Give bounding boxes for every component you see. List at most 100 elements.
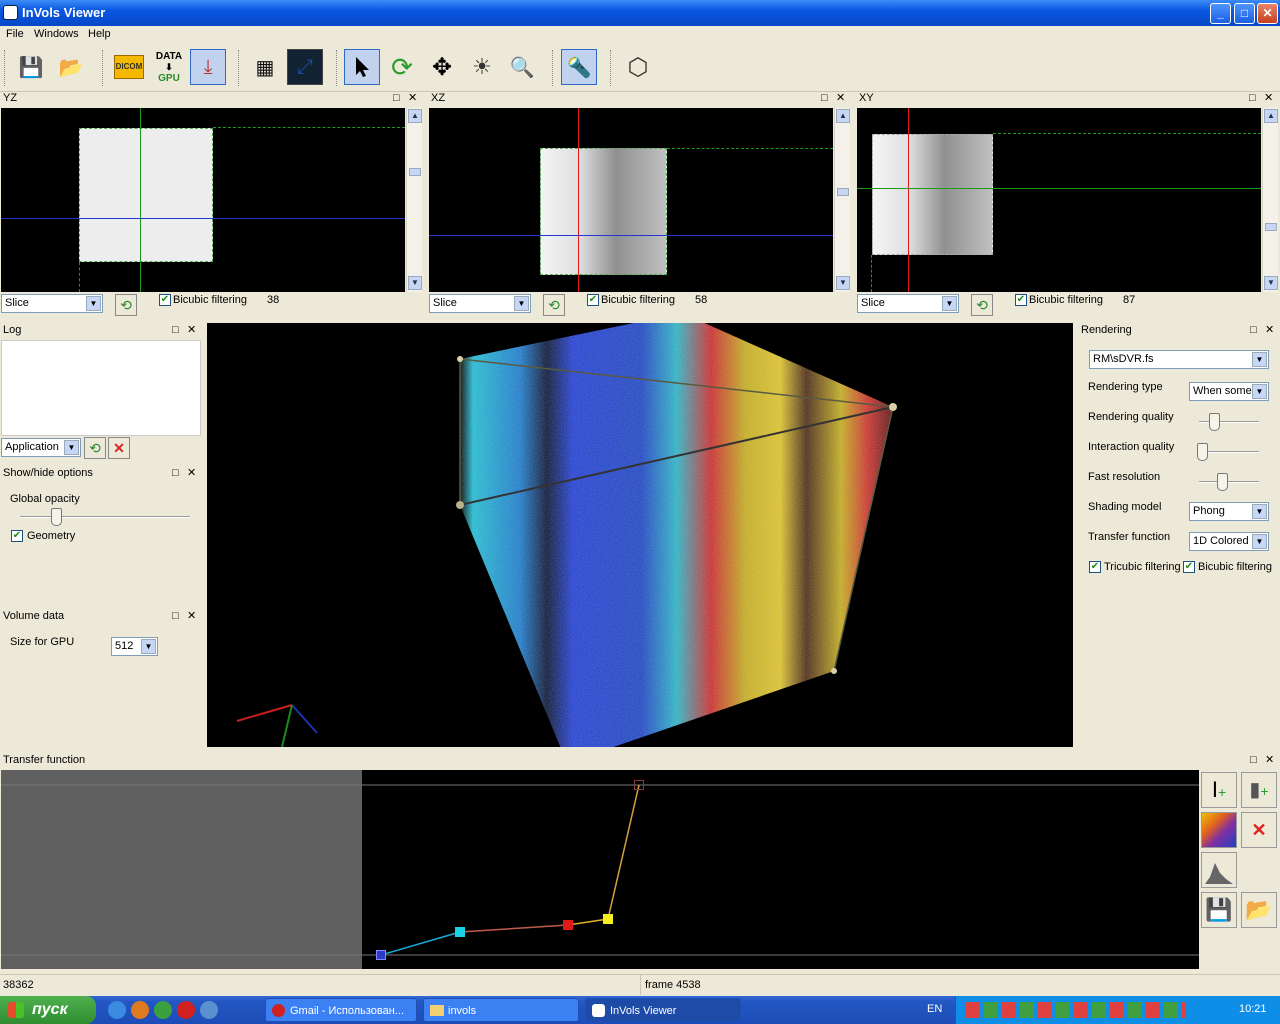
- sync-icon[interactable]: ⟲: [115, 294, 137, 316]
- menu-help[interactable]: Help: [88, 28, 111, 40]
- pan-icon[interactable]: ✥: [424, 49, 460, 85]
- slice-view-xy[interactable]: [857, 108, 1261, 292]
- bicubic-checkbox[interactable]: ✔: [587, 294, 599, 306]
- open-folder-icon[interactable]: 📂: [53, 49, 89, 85]
- float-icon[interactable]: □: [1249, 92, 1256, 105]
- rotate-icon[interactable]: ⟳: [384, 49, 420, 85]
- window-title: InVols Viewer: [22, 5, 106, 20]
- save-tf-icon[interactable]: 💾: [1201, 892, 1237, 928]
- dicom-icon[interactable]: DICOM: [111, 49, 147, 85]
- close-button[interactable]: ✕: [1257, 3, 1278, 24]
- slice-view-xz[interactable]: [429, 108, 833, 292]
- close-icon[interactable]: ✕: [187, 324, 196, 337]
- bicubic-checkbox[interactable]: ✔: [1183, 561, 1195, 573]
- add-point-icon[interactable]: I+: [1201, 772, 1237, 808]
- float-icon[interactable]: □: [172, 610, 179, 623]
- rendering-quality-label: Rendering quality: [1088, 411, 1174, 423]
- bicubic-label: Bicubic filtering: [1198, 561, 1272, 573]
- data-gpu-icon[interactable]: DATA ⬇ GPU: [151, 49, 187, 85]
- close-icon[interactable]: ✕: [836, 92, 845, 105]
- tricubic-checkbox[interactable]: ✔: [1089, 561, 1101, 573]
- volume-render-view[interactable]: [207, 323, 1073, 747]
- control-point-top[interactable]: [634, 780, 644, 790]
- add-segment-icon[interactable]: ▮+: [1241, 772, 1277, 808]
- slice-mode-select[interactable]: Slice ▼: [1, 294, 103, 313]
- opera-icon[interactable]: [177, 1001, 195, 1019]
- control-point-blue[interactable]: [376, 950, 386, 960]
- refresh-icon[interactable]: ⟲: [84, 437, 106, 459]
- rendering-type-select[interactable]: When some ▼: [1189, 382, 1269, 401]
- close-icon[interactable]: ✕: [1265, 754, 1274, 767]
- pane-title: Volume data: [3, 610, 65, 622]
- ie-icon[interactable]: [108, 1001, 126, 1019]
- transfer-function-select[interactable]: 1D Colored ▼: [1189, 532, 1269, 551]
- vertical-scrollbar[interactable]: ▲ ▼: [1262, 108, 1278, 292]
- delete-point-icon[interactable]: ✕: [1241, 812, 1277, 848]
- geometry-icon[interactable]: ⬡: [620, 49, 656, 85]
- global-opacity-slider[interactable]: [51, 508, 62, 526]
- log-output[interactable]: [1, 340, 201, 436]
- task-gmail[interactable]: Gmail - Использован...: [265, 998, 417, 1022]
- slice-view-yz[interactable]: [1, 108, 405, 292]
- start-button[interactable]: пуск: [0, 996, 96, 1024]
- rendering-quality-slider[interactable]: [1209, 413, 1220, 431]
- close-icon[interactable]: ✕: [187, 467, 196, 480]
- language-indicator[interactable]: EN: [927, 1003, 942, 1015]
- app-shortcut-icon[interactable]: [200, 1001, 218, 1019]
- firefox-icon[interactable]: [131, 1001, 149, 1019]
- float-icon[interactable]: □: [821, 92, 828, 105]
- utorrent-icon[interactable]: [154, 1001, 172, 1019]
- close-icon[interactable]: ✕: [1265, 324, 1274, 337]
- interaction-quality-slider[interactable]: [1197, 443, 1208, 461]
- control-point-yellow[interactable]: [603, 914, 613, 924]
- slice-mode-select[interactable]: Slice ▼: [429, 294, 531, 313]
- task-invols-folder[interactable]: invols: [423, 998, 579, 1022]
- float-icon[interactable]: □: [172, 324, 179, 337]
- fast-resolution-slider[interactable]: [1217, 473, 1228, 491]
- geometry-checkbox[interactable]: ✔: [11, 530, 23, 542]
- menu-windows[interactable]: Windows: [34, 28, 79, 40]
- size-for-gpu-select[interactable]: 512 ▼: [111, 637, 158, 656]
- bicubic-checkbox[interactable]: ✔: [159, 294, 171, 306]
- histogram-icon[interactable]: [1201, 852, 1237, 888]
- shading-model-select[interactable]: Phong ▼: [1189, 502, 1269, 521]
- vertical-scrollbar[interactable]: ▲ ▼: [406, 108, 422, 292]
- zoom-icon[interactable]: 🔍: [504, 49, 540, 85]
- slice-mode-select[interactable]: Slice ▼: [857, 294, 959, 313]
- light-icon[interactable]: ☀: [464, 49, 500, 85]
- pane-header: XZ □ ✕: [428, 91, 854, 107]
- float-icon[interactable]: □: [1250, 324, 1257, 337]
- clear-log-icon[interactable]: ✕: [108, 437, 130, 459]
- select-arrow-icon[interactable]: [344, 49, 380, 85]
- export-icon[interactable]: ⤓: [190, 49, 226, 85]
- save-icon[interactable]: 💾: [13, 49, 49, 85]
- opera-icon: [272, 1004, 285, 1017]
- tray-icons[interactable]: [966, 1002, 1186, 1018]
- layout-grid-icon[interactable]: ▦: [247, 49, 283, 85]
- control-point-cyan[interactable]: [455, 927, 465, 937]
- maximize-button[interactable]: □: [1234, 3, 1255, 24]
- float-icon[interactable]: □: [393, 92, 400, 105]
- float-icon[interactable]: □: [1250, 754, 1257, 767]
- float-icon[interactable]: □: [172, 467, 179, 480]
- close-icon[interactable]: ✕: [408, 92, 417, 105]
- task-invols-viewer[interactable]: InVols Viewer: [585, 998, 741, 1022]
- menu-file[interactable]: File: [6, 28, 24, 40]
- shader-select[interactable]: RM\sDVR.fs ▼: [1089, 350, 1269, 369]
- minimize-button[interactable]: _: [1210, 3, 1231, 24]
- open-tf-icon[interactable]: 📂: [1241, 892, 1277, 928]
- fit-view-icon[interactable]: ⤢: [287, 49, 323, 85]
- close-icon[interactable]: ✕: [187, 610, 196, 623]
- sync-icon[interactable]: ⟲: [971, 294, 993, 316]
- bicubic-checkbox[interactable]: ✔: [1015, 294, 1027, 306]
- close-icon[interactable]: ✕: [1264, 92, 1273, 105]
- sync-icon[interactable]: ⟲: [543, 294, 565, 316]
- transfer-function-editor[interactable]: [1, 770, 1199, 969]
- flashlight-icon[interactable]: 🔦: [561, 49, 597, 85]
- log-filter-select[interactable]: Application ▼: [1, 438, 81, 457]
- interaction-quality-label: Interaction quality: [1088, 441, 1175, 453]
- control-point-red[interactable]: [563, 920, 573, 930]
- windows-logo-icon: [8, 1002, 24, 1018]
- vertical-scrollbar[interactable]: ▲ ▼: [834, 108, 850, 292]
- color-picker-icon[interactable]: [1201, 812, 1237, 848]
